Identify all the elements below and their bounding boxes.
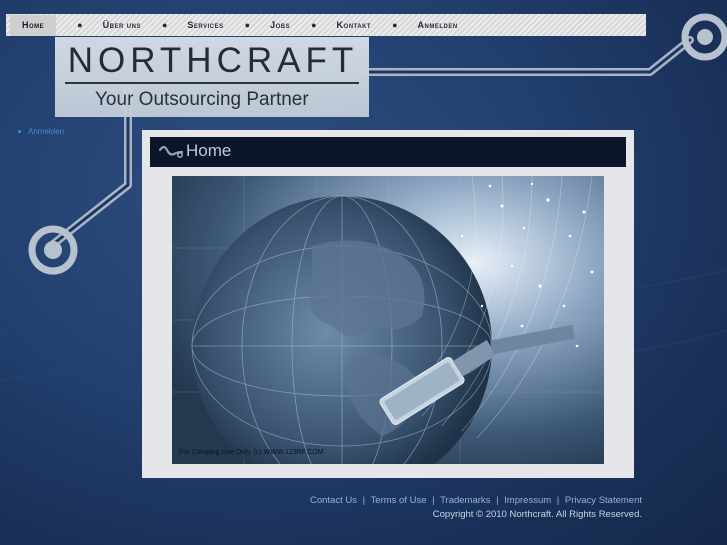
nav-separator: ● [161, 20, 168, 30]
footer-separator: | [432, 495, 435, 506]
footer-links: Contact Us | Terms of Use | Trademarks |… [310, 495, 642, 506]
nav-jobs[interactable]: Jobs [270, 20, 290, 30]
main-navigation: Home ● Über uns ● Services ● Jobs ● Kont… [6, 14, 646, 36]
nav-separator: ● [244, 20, 251, 30]
footer-separator: | [362, 495, 366, 506]
nav-home[interactable]: Home [10, 14, 57, 36]
wave-icon [158, 145, 184, 159]
logo-tagline: Your Outsourcing Partner [95, 89, 309, 110]
copyright-text: Copyright © 2010 Northcraft. All Rights … [432, 509, 642, 520]
nav-services[interactable]: Services [187, 20, 223, 30]
content-panel: Home For Comping Use Only. (c) WWW.123RF… [142, 130, 634, 478]
globe-network-illustration [172, 176, 604, 464]
footer-link-impressum[interactable]: Impressum [504, 495, 551, 506]
footer-separator: | [556, 495, 560, 506]
footer-link-terms-of-use[interactable]: Terms of Use [371, 495, 427, 506]
company-logo[interactable]: NORTHCRAFT Your Outsourcing Partner [55, 37, 369, 117]
sidebar-link-anmelden[interactable]: Anmelden [28, 127, 64, 136]
nav-separator: ● [311, 20, 317, 30]
bullet-icon [18, 130, 21, 133]
nav-separator: ● [392, 20, 398, 30]
footer-link-contact-us[interactable]: Contact Us [310, 495, 357, 506]
nav-anmelden[interactable]: Anmelden [418, 20, 458, 30]
page: { "nav": { "items": [ {"label": "Home"},… [0, 0, 727, 545]
footer-link-privacy-statement[interactable]: Privacy Statement [565, 495, 642, 506]
hero-image: For Comping Use Only. (c) WWW.123RF.COM [172, 176, 604, 464]
logo-name: NORTHCRAFT [67, 41, 359, 80]
logo-divider [65, 82, 359, 84]
footer-separator: | [496, 495, 499, 506]
nav-ueber-uns[interactable]: Über uns [103, 20, 141, 30]
page-title-bar: Home [150, 137, 626, 167]
nav-kontakt[interactable]: Kontakt [337, 20, 372, 30]
page-title: Home [186, 141, 232, 160]
footer-link-trademarks[interactable]: Trademarks [440, 495, 490, 506]
nav-separator: ● [77, 20, 83, 30]
image-watermark: For Comping Use Only. (c) WWW.123RF.COM [179, 449, 324, 456]
